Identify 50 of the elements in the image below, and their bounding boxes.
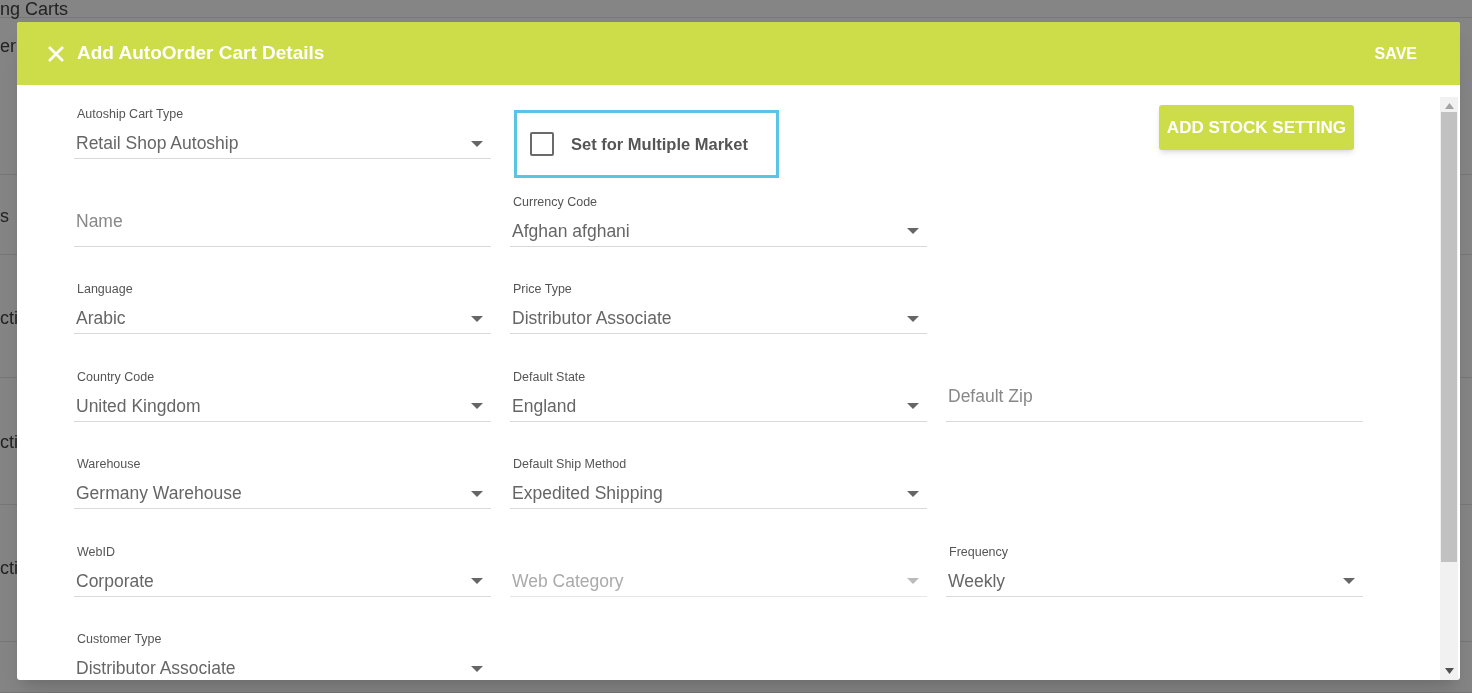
field-label: Default Ship Method (513, 456, 627, 473)
field-label: Language (77, 281, 133, 298)
scrollbar[interactable] (1440, 97, 1458, 680)
field-label: Autoship Cart Type (77, 106, 184, 123)
dropdown-caret-icon (471, 578, 483, 584)
field-label: Country Code (77, 368, 155, 386)
dropdown-caret-icon (907, 578, 919, 584)
field-label: WebID (77, 543, 115, 561)
select-field[interactable]: Retail Shop Autoship (74, 129, 491, 159)
field-label: Customer Type (77, 631, 162, 648)
field-label: Default State (513, 368, 586, 386)
dropdown-caret-icon (471, 665, 483, 672)
dropdown-caret-icon (471, 490, 483, 497)
dropdown-caret-icon (471, 315, 483, 322)
select-field[interactable]: Arabic (74, 304, 491, 334)
select-field[interactable]: Distributor Associate (510, 304, 927, 334)
select-field[interactable]: Corporate (74, 566, 491, 597)
dialog-title: Add AutoOrder Cart Details (77, 41, 325, 66)
scroll-up-icon[interactable] (1444, 103, 1454, 109)
list-item-text: cti (0, 558, 18, 578)
dropdown-caret-icon (907, 403, 919, 409)
dropdown-caret-icon (471, 403, 483, 409)
select-field[interactable]: United Kingdom (74, 391, 491, 422)
dropdown-caret-icon (907, 315, 919, 322)
select-field[interactable]: England (510, 391, 927, 422)
dropdown-caret-icon (471, 140, 483, 147)
multiple-market-option[interactable]: Set for Multiple Market (514, 110, 779, 178)
dropdown-caret-icon (907, 228, 919, 234)
scroll-down-icon[interactable] (1444, 668, 1454, 674)
select-field[interactable]: Weekly (946, 566, 1363, 597)
text-input-field[interactable]: Default Zip (946, 377, 1363, 422)
select-field[interactable]: Germany Warehouse (74, 479, 491, 509)
scrollbar-thumb[interactable] (1441, 112, 1457, 562)
field-label: Price Type (513, 281, 572, 298)
select-field[interactable]: Distributor Associate (74, 654, 491, 680)
field-label: Currency Code (513, 193, 598, 211)
select-field[interactable]: Expedited Shipping (510, 479, 927, 509)
field-label: Warehouse (77, 456, 141, 473)
list-item-text: s (0, 206, 9, 226)
field-label: Frequency (949, 543, 1009, 561)
list-item-text: er (0, 36, 16, 56)
close-icon[interactable] (47, 44, 65, 63)
dropdown-caret-icon (1343, 578, 1355, 584)
list-item-text: cti (0, 432, 18, 452)
select-field[interactable]: Afghan afghani (510, 216, 927, 247)
checkbox[interactable] (530, 132, 554, 156)
dropdown-caret-icon (907, 490, 919, 497)
text-input-field[interactable]: Name (74, 202, 491, 247)
page-heading: ng Carts (0, 1, 69, 17)
list-item-text: cti (0, 308, 18, 328)
